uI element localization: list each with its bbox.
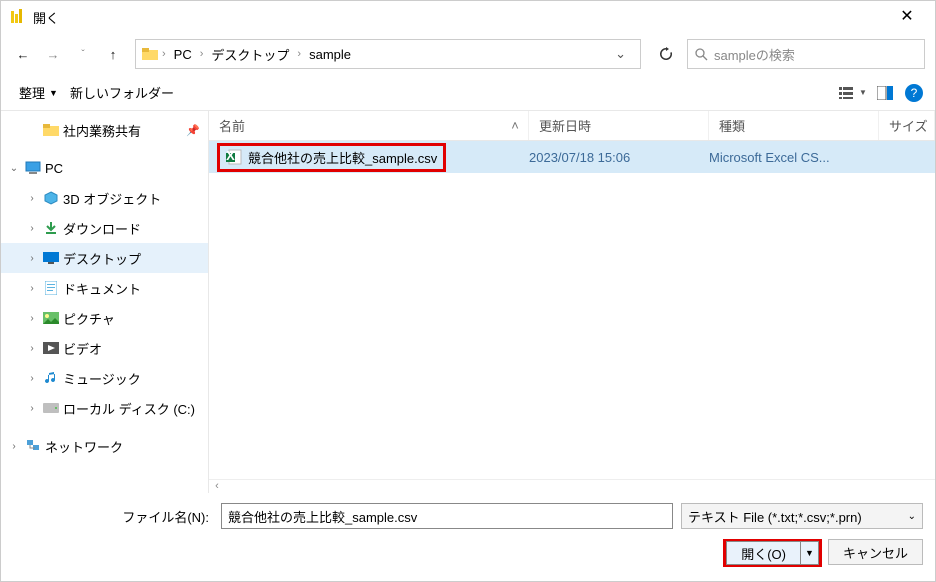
file-date: 2023/07/18 15:06	[529, 150, 709, 165]
chevron-down-icon[interactable]: ⌄	[7, 163, 21, 174]
chevron-right-icon[interactable]: ›	[25, 193, 39, 204]
chevron-right-icon[interactable]: ›	[25, 253, 39, 264]
chevron-right-icon[interactable]: ›	[162, 48, 166, 60]
app-icon	[9, 9, 25, 25]
download-icon	[43, 220, 59, 236]
sidebar: 社内業務共有 📌 ⌄ PC › 3D オブジェクト › ダウンロード ›	[1, 111, 209, 493]
music-icon	[43, 370, 59, 386]
breadcrumb[interactable]: › PC › デスクトップ › sample ⌄	[135, 39, 641, 69]
svg-text:X: X	[226, 149, 235, 163]
desktop-icon	[43, 250, 59, 266]
file-row[interactable]: X 競合他社の売上比較_sample.csv 2023/07/18 15:06 …	[209, 141, 935, 173]
breadcrumb-folder[interactable]: sample	[305, 45, 355, 64]
file-list: X 競合他社の売上比較_sample.csv 2023/07/18 15:06 …	[209, 141, 935, 479]
chevron-right-icon[interactable]: ›	[25, 343, 39, 354]
sidebar-item-downloads[interactable]: › ダウンロード	[1, 213, 208, 243]
up-arrow-icon[interactable]: ↑	[101, 42, 125, 66]
column-name[interactable]: 名前 ˄	[209, 111, 529, 140]
column-headers: 名前 ˄ 更新日時 種類 サイズ	[209, 111, 935, 141]
footer: ファイル名(N): テキスト File (*.txt;*.csv;*.prn) …	[1, 493, 935, 581]
open-button[interactable]: 開く(O)	[726, 541, 801, 565]
sidebar-item-videos[interactable]: › ビデオ	[1, 333, 208, 363]
network-icon	[25, 438, 41, 454]
cube-icon	[43, 190, 59, 206]
chevron-right-icon[interactable]: ›	[25, 403, 39, 414]
picture-icon	[43, 310, 59, 326]
breadcrumb-pc[interactable]: PC	[170, 45, 196, 64]
chevron-right-icon[interactable]: ›	[25, 223, 39, 234]
cancel-button[interactable]: キャンセル	[828, 539, 923, 565]
sidebar-item-pictures[interactable]: › ピクチャ	[1, 303, 208, 333]
file-name: 競合他社の売上比較_sample.csv	[248, 148, 437, 167]
dialog-title: 開く	[33, 8, 887, 27]
breadcrumb-desktop[interactable]: デスクトップ	[207, 43, 293, 66]
folder-icon	[43, 122, 59, 138]
nav-row: ← → ˇ ↑ › PC › デスクトップ › sample ⌄ sampleの…	[1, 33, 935, 75]
pin-icon: 📌	[186, 124, 200, 137]
organize-button[interactable]: 整理 ▼	[13, 79, 64, 106]
search-box[interactable]: sampleの検索	[687, 39, 925, 69]
filetype-select[interactable]: テキスト File (*.txt;*.csv;*.prn) ⌄	[681, 503, 923, 529]
breadcrumb-dropdown-icon[interactable]: ⌄	[607, 46, 634, 62]
highlighted-filename: X 競合他社の売上比較_sample.csv	[217, 143, 446, 172]
document-icon	[43, 280, 59, 296]
refresh-button[interactable]	[651, 39, 681, 69]
recent-dropdown-icon[interactable]: ˇ	[71, 42, 95, 66]
sidebar-item-localdisk[interactable]: › ローカル ディスク (C:)	[1, 393, 208, 423]
help-button[interactable]: ?	[905, 84, 923, 102]
search-placeholder: sampleの検索	[714, 45, 795, 64]
chevron-down-icon: ⌄	[908, 511, 916, 522]
sidebar-item-pc[interactable]: ⌄ PC	[1, 153, 208, 183]
column-date[interactable]: 更新日時	[529, 111, 709, 140]
chevron-right-icon[interactable]: ›	[25, 313, 39, 324]
sidebar-item-desktop[interactable]: › デスクトップ	[1, 243, 208, 273]
open-button-highlight: 開く(O) ▼	[723, 539, 822, 567]
close-button[interactable]: ✕	[887, 1, 927, 33]
pc-icon	[25, 160, 41, 176]
button-row: 開く(O) ▼ キャンセル	[13, 539, 923, 567]
chevron-down-icon: ▼	[49, 88, 58, 98]
filename-input[interactable]	[221, 503, 673, 529]
chevron-right-icon[interactable]: ›	[200, 48, 204, 60]
excel-csv-icon: X	[226, 149, 242, 165]
filename-row: ファイル名(N): テキスト File (*.txt;*.csv;*.prn) …	[13, 503, 923, 529]
preview-pane-button[interactable]	[871, 80, 899, 106]
chevron-right-icon[interactable]: ›	[25, 283, 39, 294]
chevron-right-icon[interactable]: ›	[7, 441, 21, 452]
sort-asc-icon: ˄	[508, 118, 522, 133]
column-type[interactable]: 種類	[709, 111, 879, 140]
title-bar: 開く ✕	[1, 1, 935, 33]
sidebar-item-music[interactable]: › ミュージック	[1, 363, 208, 393]
filename-label: ファイル名(N):	[13, 507, 213, 526]
file-pane: 名前 ˄ 更新日時 種類 サイズ X 競合他社の売上比較_sample.csv	[209, 111, 935, 493]
column-size[interactable]: サイズ	[879, 111, 935, 140]
drive-icon	[43, 400, 59, 416]
view-options-button[interactable]: ▼	[839, 80, 867, 106]
search-icon	[694, 47, 708, 61]
chevron-right-icon[interactable]: ›	[25, 373, 39, 384]
back-arrow-icon[interactable]: ←	[11, 42, 35, 66]
open-dialog: 開く ✕ ← → ˇ ↑ › PC › デスクトップ › sample ⌄ sa…	[0, 0, 936, 582]
forward-arrow-icon[interactable]: →	[41, 42, 65, 66]
video-icon	[43, 340, 59, 356]
horizontal-scrollbar[interactable]: ‹	[209, 479, 935, 493]
dialog-body: 社内業務共有 📌 ⌄ PC › 3D オブジェクト › ダウンロード ›	[1, 111, 935, 493]
toolbar: 整理 ▼ 新しいフォルダー ▼ ?	[1, 75, 935, 111]
folder-icon	[142, 47, 158, 61]
chevron-right-icon[interactable]: ›	[297, 48, 301, 60]
sidebar-item-3d[interactable]: › 3D オブジェクト	[1, 183, 208, 213]
sidebar-item-network[interactable]: › ネットワーク	[1, 431, 208, 461]
file-type: Microsoft Excel CS...	[709, 150, 879, 165]
sidebar-item-documents[interactable]: › ドキュメント	[1, 273, 208, 303]
open-dropdown-button[interactable]: ▼	[801, 541, 819, 565]
new-folder-button[interactable]: 新しいフォルダー	[64, 79, 180, 106]
sidebar-item-shared[interactable]: 社内業務共有 📌	[1, 115, 208, 145]
